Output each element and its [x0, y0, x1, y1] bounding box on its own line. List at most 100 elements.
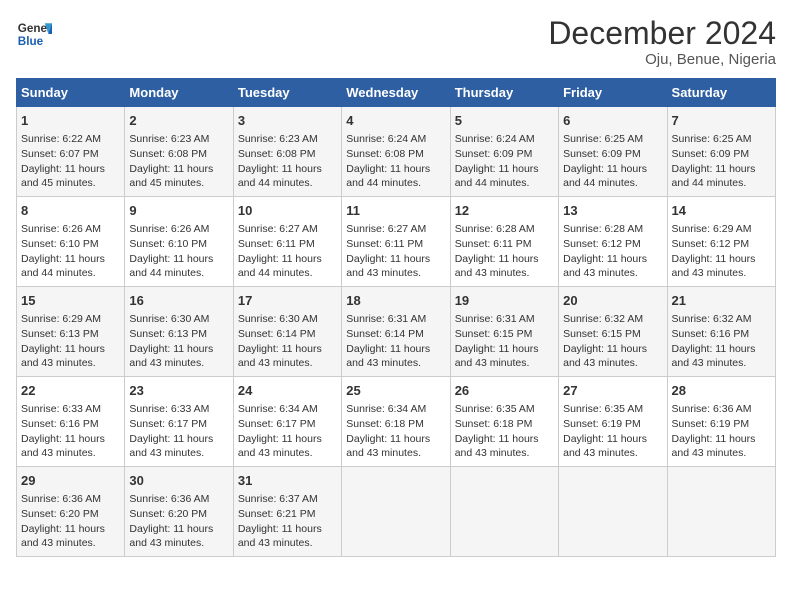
page-container: General Blue December 2024 Oju, Benue, N… [0, 0, 792, 567]
day-info-line: Daylight: 11 hours [455, 342, 554, 357]
day-info-line: Daylight: 11 hours [672, 252, 771, 267]
calendar-cell: 26 Sunrise: 6:35 AMSunset: 6:18 PMDayligh… [450, 377, 558, 467]
day-info-line: Daylight: 11 hours [672, 162, 771, 177]
day-info-line: Sunset: 6:19 PM [563, 417, 662, 432]
day-info-line: and 43 minutes. [238, 536, 337, 551]
day-info-line: Sunset: 6:17 PM [238, 417, 337, 432]
day-info-line: Daylight: 11 hours [455, 432, 554, 447]
day-info-line: and 43 minutes. [238, 356, 337, 371]
calendar-cell: 1Sunrise: 6:22 AMSunset: 6:07 PMDaylight… [17, 107, 125, 197]
week-row-3: 15Sunrise: 6:29 AMSunset: 6:13 PMDayligh… [17, 287, 776, 377]
calendar-cell: 2Sunrise: 6:23 AMSunset: 6:08 PMDaylight… [125, 107, 233, 197]
day-info-line: Sunrise: 6:29 AM [672, 222, 771, 237]
day-info-line: Daylight: 11 hours [21, 162, 120, 177]
day-info-line: Sunrise: 6:32 AM [672, 312, 771, 327]
calendar-cell: 11Sunrise: 6:27 AMSunset: 6:11 PMDayligh… [342, 197, 450, 287]
day-info-line: Sunset: 6:12 PM [563, 237, 662, 252]
calendar-cell: 12Sunrise: 6:28 AMSunset: 6:11 PMDayligh… [450, 197, 558, 287]
day-number: 18 [346, 292, 445, 310]
day-info-line: Sunset: 6:10 PM [129, 237, 228, 252]
calendar-cell: 4Sunrise: 6:24 AMSunset: 6:08 PMDaylight… [342, 107, 450, 197]
day-info-line: Sunset: 6:11 PM [238, 237, 337, 252]
day-info-line: Sunset: 6:09 PM [455, 147, 554, 162]
day-info-line: Daylight: 11 hours [346, 162, 445, 177]
day-info-line: Sunrise: 6:30 AM [238, 312, 337, 327]
calendar-cell: 25Sunrise: 6:34 AMSunset: 6:18 PMDayligh… [342, 377, 450, 467]
day-info-line: Sunset: 6:17 PM [129, 417, 228, 432]
day-info-line: Sunset: 6:11 PM [346, 237, 445, 252]
calendar-cell: 24Sunrise: 6:34 AMSunset: 6:17 PMDayligh… [233, 377, 341, 467]
calendar-cell [450, 466, 558, 556]
day-info-line: and 44 minutes. [563, 176, 662, 191]
day-info-line: Sunrise: 6:34 AM [346, 402, 445, 417]
day-info-line: and 43 minutes. [563, 446, 662, 461]
day-info-line: Sunset: 6:07 PM [21, 147, 120, 162]
day-info-line: and 44 minutes. [238, 176, 337, 191]
day-info-line: and 43 minutes. [455, 266, 554, 281]
day-info-line: Sunrise: 6:32 AM [563, 312, 662, 327]
col-header-monday: Monday [125, 79, 233, 107]
day-info-line: and 43 minutes. [455, 446, 554, 461]
day-info-line: Daylight: 11 hours [672, 342, 771, 357]
day-info-line: Daylight: 11 hours [238, 162, 337, 177]
day-number: 14 [672, 202, 771, 220]
day-number: 2 [129, 112, 228, 130]
day-info-line: Sunset: 6:08 PM [238, 147, 337, 162]
day-info-line: Sunset: 6:18 PM [346, 417, 445, 432]
day-info-line: and 43 minutes. [129, 536, 228, 551]
calendar-cell: 27Sunrise: 6:35 AMSunset: 6:19 PMDayligh… [559, 377, 667, 467]
day-info-line: Daylight: 11 hours [21, 252, 120, 267]
calendar-cell: 15Sunrise: 6:29 AMSunset: 6:13 PMDayligh… [17, 287, 125, 377]
day-number: 10 [238, 202, 337, 220]
day-info-line: Sunset: 6:10 PM [21, 237, 120, 252]
day-info-line: Daylight: 11 hours [563, 162, 662, 177]
day-info-line: Sunset: 6:13 PM [21, 327, 120, 342]
day-info-line: Daylight: 11 hours [21, 432, 120, 447]
day-info-line: Daylight: 11 hours [455, 162, 554, 177]
day-info-line: Daylight: 11 hours [129, 342, 228, 357]
col-header-saturday: Saturday [667, 79, 775, 107]
day-number: 19 [455, 292, 554, 310]
svg-text:Blue: Blue [18, 35, 44, 48]
calendar-cell: 3Sunrise: 6:23 AMSunset: 6:08 PMDaylight… [233, 107, 341, 197]
day-info-line: Daylight: 11 hours [346, 252, 445, 267]
day-number: 23 [129, 382, 228, 400]
day-info-line: Sunset: 6:14 PM [238, 327, 337, 342]
calendar-table: SundayMondayTuesdayWednesdayThursdayFrid… [16, 78, 776, 557]
day-number: 22 [21, 382, 120, 400]
day-info-line: Sunrise: 6:27 AM [238, 222, 337, 237]
day-number: 26 [455, 382, 554, 400]
day-info-line: Daylight: 11 hours [563, 252, 662, 267]
day-info-line: Daylight: 11 hours [238, 522, 337, 537]
day-number: 24 [238, 382, 337, 400]
day-info-line: Sunset: 6:14 PM [346, 327, 445, 342]
day-info-line: Sunrise: 6:36 AM [21, 492, 120, 507]
day-info-line: Daylight: 11 hours [129, 522, 228, 537]
day-info-line: and 43 minutes. [129, 356, 228, 371]
col-header-thursday: Thursday [450, 79, 558, 107]
calendar-cell: 5Sunrise: 6:24 AMSunset: 6:09 PMDaylight… [450, 107, 558, 197]
week-row-4: 22Sunrise: 6:33 AMSunset: 6:16 PMDayligh… [17, 377, 776, 467]
day-number: 5 [455, 112, 554, 130]
day-info-line: Sunset: 6:08 PM [129, 147, 228, 162]
day-info-line: Daylight: 11 hours [238, 252, 337, 267]
day-number: 3 [238, 112, 337, 130]
day-info-line: Sunset: 6:15 PM [455, 327, 554, 342]
day-info-line: Sunrise: 6:35 AM [455, 402, 554, 417]
day-info-line: Sunrise: 6:33 AM [129, 402, 228, 417]
day-info-line: Daylight: 11 hours [238, 342, 337, 357]
day-info-line: and 43 minutes. [563, 266, 662, 281]
title-block: December 2024 Oju, Benue, Nigeria [548, 16, 776, 68]
day-info-line: Sunset: 6:18 PM [455, 417, 554, 432]
day-info-line: Sunset: 6:09 PM [672, 147, 771, 162]
day-number: 17 [238, 292, 337, 310]
day-number: 1 [21, 112, 120, 130]
header-row: SundayMondayTuesdayWednesdayThursdayFrid… [17, 79, 776, 107]
day-info-line: and 43 minutes. [129, 446, 228, 461]
day-number: 12 [455, 202, 554, 220]
day-info-line: Sunrise: 6:33 AM [21, 402, 120, 417]
day-info-line: Sunrise: 6:36 AM [672, 402, 771, 417]
day-info-line: and 43 minutes. [346, 356, 445, 371]
day-info-line: Sunrise: 6:36 AM [129, 492, 228, 507]
calendar-cell [559, 466, 667, 556]
